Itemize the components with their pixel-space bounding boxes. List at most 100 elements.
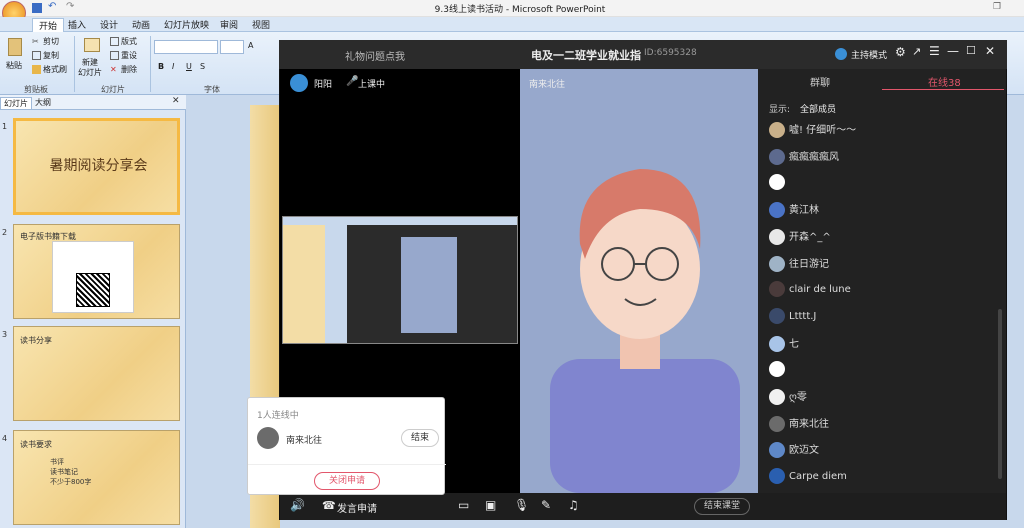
- screen-share-preview[interactable]: [282, 216, 518, 344]
- delete-button[interactable]: ✕ 删除: [110, 64, 137, 75]
- member-name: Ltttt.J: [789, 310, 817, 322]
- tab-design[interactable]: 设计: [94, 18, 124, 32]
- tab-slides[interactable]: 幻灯片: [0, 97, 32, 110]
- member-list-item[interactable]: Carpe diem: [769, 468, 847, 488]
- student-video-panel[interactable]: 南来北往: [520, 69, 758, 493]
- preview-video: [401, 237, 457, 333]
- italic-button[interactable]: I: [172, 62, 174, 71]
- new-slide-icon[interactable]: [84, 38, 100, 52]
- connection-count: 1人连线中: [257, 411, 299, 421]
- tab-outline[interactable]: 大纲: [32, 97, 54, 108]
- member-avatar: [769, 281, 785, 298]
- scissors-icon: ✂: [32, 37, 39, 46]
- redo-icon[interactable]: ↷: [66, 1, 74, 12]
- member-list-item[interactable]: 黄江林: [769, 201, 819, 221]
- close-apply-button[interactable]: 关闭申请: [314, 472, 380, 490]
- save-icon[interactable]: [32, 3, 42, 13]
- underline-button[interactable]: U: [186, 62, 192, 71]
- tab-slideshow[interactable]: 幻灯片放映: [158, 18, 215, 32]
- slide-thumbnail-4[interactable]: 读书要求 书评 读书笔记 不少于800字: [13, 430, 180, 525]
- layout-label: 版式: [121, 37, 137, 46]
- member-list-item[interactable]: 瘋瘋瘋瘋风: [769, 148, 839, 168]
- tab-group-chat[interactable]: 群聊: [810, 74, 830, 89]
- display-filter[interactable]: 全部成员: [800, 102, 836, 115]
- slide-thumbnail-1[interactable]: 暑期阅读分享会: [13, 118, 180, 215]
- member-list-item[interactable]: 欧迈文: [769, 441, 819, 461]
- maximize-icon[interactable]: ☐: [966, 44, 976, 57]
- member-list-item[interactable]: 七: [769, 335, 799, 355]
- member-name: clair de lune: [789, 284, 851, 296]
- gift-question-link[interactable]: 礼物问题点我: [345, 48, 405, 63]
- delete-label: 删除: [121, 65, 137, 74]
- copy-button[interactable]: 复制: [32, 50, 59, 61]
- end-connection-button[interactable]: 结束: [401, 429, 439, 447]
- close-pane-icon[interactable]: ✕: [172, 96, 180, 106]
- member-list-item[interactable]: ღ零: [769, 388, 807, 408]
- member-avatar: [769, 389, 785, 405]
- camera-off-icon[interactable]: ▭: [458, 498, 469, 512]
- cut-button[interactable]: ✂ 剪切: [32, 36, 59, 47]
- bold-button[interactable]: B: [158, 62, 164, 71]
- teacher-avatar: [290, 74, 308, 92]
- member-avatar: [769, 148, 785, 165]
- music-icon[interactable]: ♫: [568, 498, 579, 512]
- member-avatar: [769, 415, 785, 432]
- host-mode-icon: [835, 48, 847, 60]
- speaker-icon[interactable]: 🔊: [290, 498, 305, 512]
- slide-thumbnail-3[interactable]: 读书分享: [13, 326, 180, 421]
- font-name-select[interactable]: [154, 40, 218, 54]
- cut-label: 剪切: [43, 37, 59, 46]
- member-list-item[interactable]: 往日游记: [769, 255, 829, 275]
- scrollbar[interactable]: [998, 309, 1002, 479]
- member-list-item[interactable]: Ltttt.J: [769, 307, 817, 328]
- apply-speak-icon[interactable]: ☎: [322, 499, 336, 512]
- edit-icon[interactable]: ✎: [541, 498, 551, 512]
- end-class-button[interactable]: 结束课堂: [694, 498, 750, 515]
- class-id: ID:6595328: [644, 48, 697, 58]
- classroom-toolbar: 🔊 ☎ 发言申请 ▭ ▣ 🎙 ✎ ♫ 结束课堂: [280, 493, 1006, 520]
- apply-speak-button[interactable]: 发言申请: [337, 500, 377, 515]
- class-status: 上课中: [358, 80, 386, 90]
- member-list-item[interactable]: [769, 361, 789, 381]
- tab-insert[interactable]: 插入: [62, 18, 92, 32]
- font-size-select[interactable]: [220, 40, 244, 54]
- slide-bullet: 读书笔记: [50, 468, 78, 476]
- close-icon[interactable]: ✕: [985, 44, 995, 58]
- minimize-icon[interactable]: —: [947, 44, 959, 58]
- layout-button[interactable]: 版式: [110, 36, 137, 47]
- member-avatar: [769, 228, 785, 245]
- member-list-item[interactable]: [769, 174, 789, 194]
- member-avatar: [769, 468, 785, 485]
- tab-view[interactable]: 视图: [246, 18, 276, 32]
- member-list-item[interactable]: 嘘! 仔细听～～: [769, 121, 856, 141]
- mic-icon[interactable]: 🎙: [514, 498, 529, 512]
- external-link-icon[interactable]: ↗: [912, 45, 921, 58]
- slide-thumbnail-2[interactable]: 电子版书籍下载: [13, 224, 180, 319]
- menu-icon[interactable]: ☰: [929, 44, 940, 58]
- tab-review[interactable]: 审阅: [214, 18, 244, 32]
- reset-button[interactable]: 重设: [110, 50, 137, 61]
- member-list-item[interactable]: 南来北往: [769, 415, 829, 435]
- tab-home[interactable]: 开始: [32, 18, 65, 32]
- format-painter-button[interactable]: 格式刷: [32, 64, 67, 75]
- restore-icon[interactable]: ❐: [990, 2, 1004, 14]
- screen-share-icon[interactable]: ▣: [485, 498, 496, 512]
- host-mode-label[interactable]: 主持模式: [851, 48, 887, 61]
- grow-font-button[interactable]: A: [248, 41, 253, 50]
- paste-icon[interactable]: [8, 38, 22, 56]
- settings-icon[interactable]: ⚙: [895, 45, 906, 59]
- reset-label: 重设: [121, 51, 137, 60]
- window-title: 9.3线上读书活动 - Microsoft PowerPoint: [434, 5, 606, 15]
- slide-title: 暑期阅读分享会: [49, 158, 148, 174]
- ribbon-tabs: 开始 插入 设计 动画 幻灯片放映 审阅 视图: [0, 17, 1024, 32]
- member-list-item[interactable]: clair de lune: [769, 281, 851, 301]
- tab-online[interactable]: 在线38: [928, 74, 961, 89]
- new-slide-button[interactable]: 新建 幻灯片: [78, 58, 102, 78]
- member-name: ღ零: [789, 392, 807, 403]
- undo-icon[interactable]: ↶: [48, 1, 56, 12]
- member-list-item[interactable]: 开森^_^: [769, 228, 831, 248]
- shadow-button[interactable]: S: [200, 62, 205, 71]
- paste-button[interactable]: 粘贴: [6, 60, 22, 71]
- slide-number: 1: [2, 122, 8, 131]
- tab-animation[interactable]: 动画: [126, 18, 156, 32]
